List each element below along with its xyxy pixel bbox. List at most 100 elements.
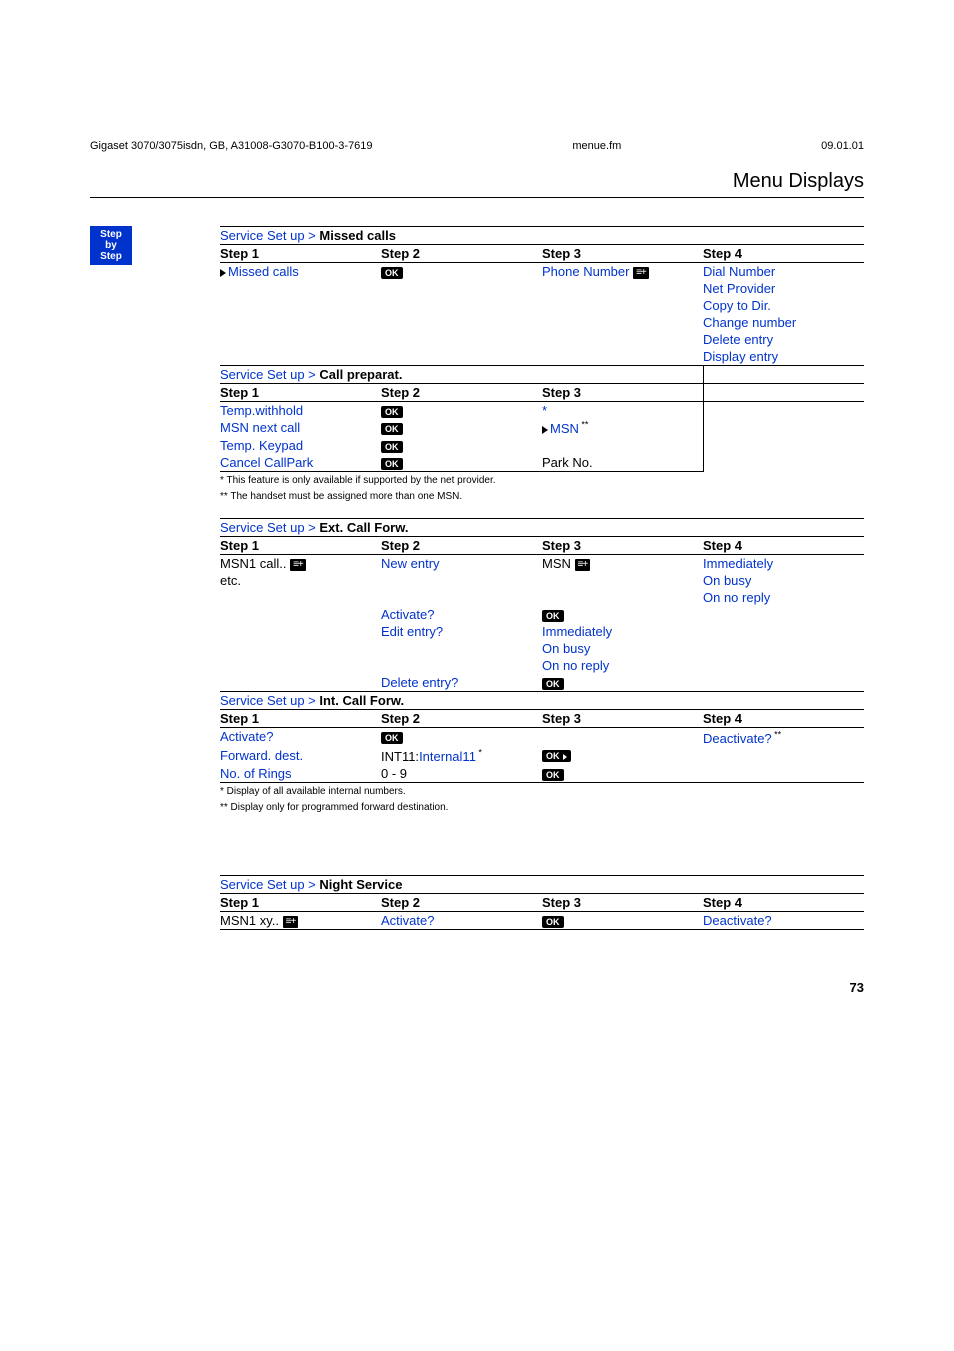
caption-bold: Call preparat. [319,367,402,382]
table-cell: Display entry [703,348,864,365]
table-cell: OK [542,911,703,929]
cell-text: New entry [381,556,440,571]
table-row: On busy [220,640,864,657]
table-cell: On no reply [542,657,703,674]
ok-button-icon: OK [381,458,403,470]
cell-text: etc. [220,573,241,588]
col-header: Step 4 [703,710,864,728]
table-cell [220,348,381,365]
col-header: Step 3 [542,537,703,555]
table-cell: Phone Number ≡+ [542,263,703,281]
table-cell [220,640,381,657]
table-cell: Deactivate? ** [703,728,864,747]
table-missed-calls: Service Set up > Missed calls Step 1 Ste… [220,226,864,366]
cell-text: Immediately [542,624,612,639]
ok-button-icon: OK [542,750,571,762]
ok-button-icon: OK [542,678,564,690]
table-row: Edit entry?Immediately [220,623,864,640]
list-menu-icon: ≡+ [290,559,306,571]
col-header: Step 2 [381,537,542,555]
col-header: Step 3 [542,384,703,402]
table-row: Activate?OK [220,606,864,623]
badge-line: Step [92,251,130,262]
table-cell: MSN1 call.. ≡+ [220,555,381,573]
caption-prefix: Service Set up > [220,877,319,892]
ok-button-icon: OK [381,423,403,435]
cell-text: Copy to Dir. [703,298,771,313]
table-cell: Immediately [542,623,703,640]
table-cell: MSN ** [542,419,703,437]
table-cell [542,437,703,454]
table-cell: MSN ≡+ [542,555,703,573]
table-cell [542,348,703,365]
table-cell: On busy [703,572,864,589]
table-row: Temp.withholdOK* [220,402,864,420]
step-by-step-badge: Step by Step [90,226,132,265]
footnote: * Display of all available internal numb… [220,785,864,799]
col-header: Step 1 [220,384,381,402]
list-menu-icon: ≡+ [283,916,299,928]
cell-text: 0 - 9 [381,766,407,781]
table-cell [220,674,381,691]
caption-prefix: Service Set up > [220,520,319,535]
caption-prefix: Service Set up > [220,693,319,708]
table-caption: Service Set up > Ext. Call Forw. [220,519,864,537]
table-caption: Service Set up > Call preparat. [220,366,542,384]
table-cell: On no reply [703,589,864,606]
badge-line: Step [92,229,130,240]
cell-text: Activate? [381,913,434,928]
table-row: Activate? OK Deactivate? ** [220,728,864,747]
header-left: Gigaset 3070/3075isdn, GB, A31008-G3070-… [90,140,373,152]
table-int-call-forw: Service Set up > Int. Call Forw. Step 1 … [220,692,864,783]
table-cell [220,297,381,314]
table-cell [381,331,542,348]
table-cell: Change number [703,314,864,331]
table-cell: OK [381,728,542,747]
table-cell [381,572,542,589]
table-cell [703,747,864,765]
cell-text: Temp.withhold [220,403,303,418]
table-cell [542,297,703,314]
col-header: Step 3 [542,245,703,263]
table-cell: OK [542,747,703,765]
cell-text: MSN1 xy.. [220,913,279,928]
table-cell [381,640,542,657]
table-cell [542,572,703,589]
cell-text: Park No. [542,455,593,470]
col-header: Step 1 [220,245,381,263]
footnote-marker: ** [579,420,589,430]
cell-text: On busy [703,573,751,588]
table-row: Cancel CallPark OK Park No. [220,454,864,471]
cell-text: On no reply [542,658,609,673]
cell-text: INT11:Internal11 [381,749,476,764]
table-cell: Park No. [542,454,703,471]
cell-text: Immediately [703,556,773,571]
table-cell: INT11:Internal11 * [381,747,542,765]
table-cell: Missed calls [220,263,381,281]
cell-text: Cancel CallPark [220,455,313,470]
badge-line: by [92,240,130,251]
table-cell: Copy to Dir. [703,297,864,314]
table-row: etc. On busy [220,572,864,589]
footnote-marker: ** [772,729,782,739]
table-cell: Delete entry [703,331,864,348]
list-menu-icon: ≡+ [633,267,649,279]
table-row: MSN1 xy.. ≡+Activate?OKDeactivate? [220,911,864,929]
selection-triangle-icon [220,269,226,277]
cell-text: Activate? [220,729,273,744]
table-cell: OK [381,263,542,281]
cell-text: Forward. dest. [220,748,303,763]
table-row: On no reply [220,657,864,674]
table-cell: Activate? [381,606,542,623]
table-cell [542,589,703,606]
list-menu-icon: ≡+ [575,559,591,571]
table-cell: Activate? [381,911,542,929]
ok-button-icon: OK [381,732,403,744]
caption-bold: Night Service [319,877,402,892]
col-header: Step 1 [220,710,381,728]
cell-text: No. of Rings [220,766,292,781]
footnote: ** Display only for programmed forward d… [220,801,864,815]
table-row: Forward. dest. INT11:Internal11 *OK [220,747,864,765]
table-cell [703,606,864,623]
ok-button-icon: OK [542,769,564,781]
